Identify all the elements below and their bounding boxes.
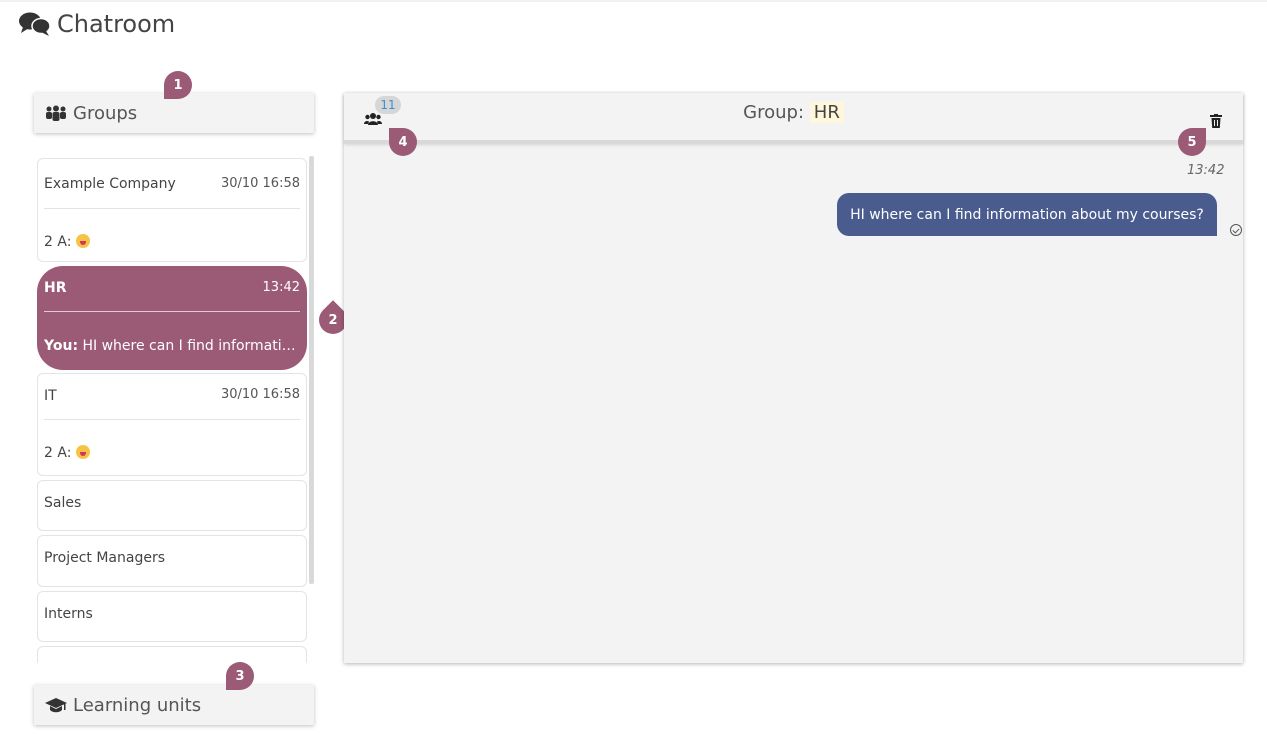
group-item-hr[interactable]: HR 13:42 You: HI where can I find inform… (37, 266, 307, 370)
group-item-sales[interactable]: Sales (37, 480, 307, 531)
group-time: 30/10 16:58 (220, 176, 300, 191)
message-time: 13:42 (1187, 163, 1225, 178)
page-title-text: Chatroom (57, 10, 176, 38)
group-list[interactable]: Example Company 30/10 16:58 2 A: HR 13:4… (34, 156, 316, 663)
callout-1: 1 (164, 71, 192, 99)
groups-header-label: Groups (73, 102, 138, 124)
group-time: 13:42 (262, 280, 300, 295)
graduation-cap-icon (45, 697, 67, 713)
chat-title-prefix: Group: (743, 102, 805, 123)
last-sender: You: (44, 338, 79, 354)
message-bubble: HI where can I find information about my… (837, 193, 1217, 236)
winking-tongue-emoji-icon (75, 445, 90, 459)
learning-units-header[interactable]: Learning units (34, 685, 314, 725)
last-sender: 2 A: (44, 234, 72, 250)
trash-icon[interactable] (1210, 113, 1222, 132)
group-item-example-company[interactable]: Example Company 30/10 16:58 2 A: (37, 158, 307, 262)
group-name: IT (44, 388, 57, 404)
users-icon (45, 105, 67, 121)
callout-4: 4 (389, 128, 417, 156)
divider (44, 208, 300, 209)
group-name: Sales (44, 495, 82, 511)
group-last-message: You: HI where can I find informatio... (44, 338, 299, 354)
group-name: Project Managers (44, 550, 166, 566)
top-border (0, 0, 1267, 2)
chat-title: Group: HR (344, 102, 1243, 123)
group-name: Interns (44, 606, 93, 622)
divider (44, 419, 300, 420)
callout-3: 3 (226, 662, 254, 690)
learning-units-label: Learning units (73, 694, 202, 716)
group-item-interns[interactable]: Interns (37, 591, 307, 642)
group-name: Example Company (44, 176, 176, 192)
grinning-tongue-emoji-icon (75, 234, 90, 248)
page-title: Chatroom (19, 8, 175, 40)
chat-panel: 11 Group: HR 13:42 HI where can I find i… (344, 93, 1243, 663)
group-last-message: 2 A: (44, 234, 300, 250)
callout-5: 5 (1178, 128, 1206, 156)
group-item-it[interactable]: IT 30/10 16:58 2 A: (37, 373, 307, 476)
group-item-partial[interactable] (37, 646, 307, 663)
group-list-scrollbar[interactable] (309, 156, 314, 584)
last-message-text: HI where can I find informatio... (78, 338, 299, 354)
group-last-message: 2 A: (44, 445, 300, 461)
chat-bubbles-icon (19, 11, 51, 37)
chat-group-name: HR (809, 102, 844, 123)
last-sender: 2 A: (44, 445, 72, 461)
group-item-project-managers[interactable]: Project Managers (37, 535, 307, 587)
group-name: HR (44, 280, 67, 296)
chat-header: 11 Group: HR (344, 93, 1243, 144)
group-time: 30/10 16:58 (220, 387, 300, 402)
groups-header[interactable]: Groups (34, 93, 314, 133)
read-check-icon (1230, 224, 1242, 236)
callout-2: 2 (328, 312, 338, 328)
divider (44, 311, 300, 312)
